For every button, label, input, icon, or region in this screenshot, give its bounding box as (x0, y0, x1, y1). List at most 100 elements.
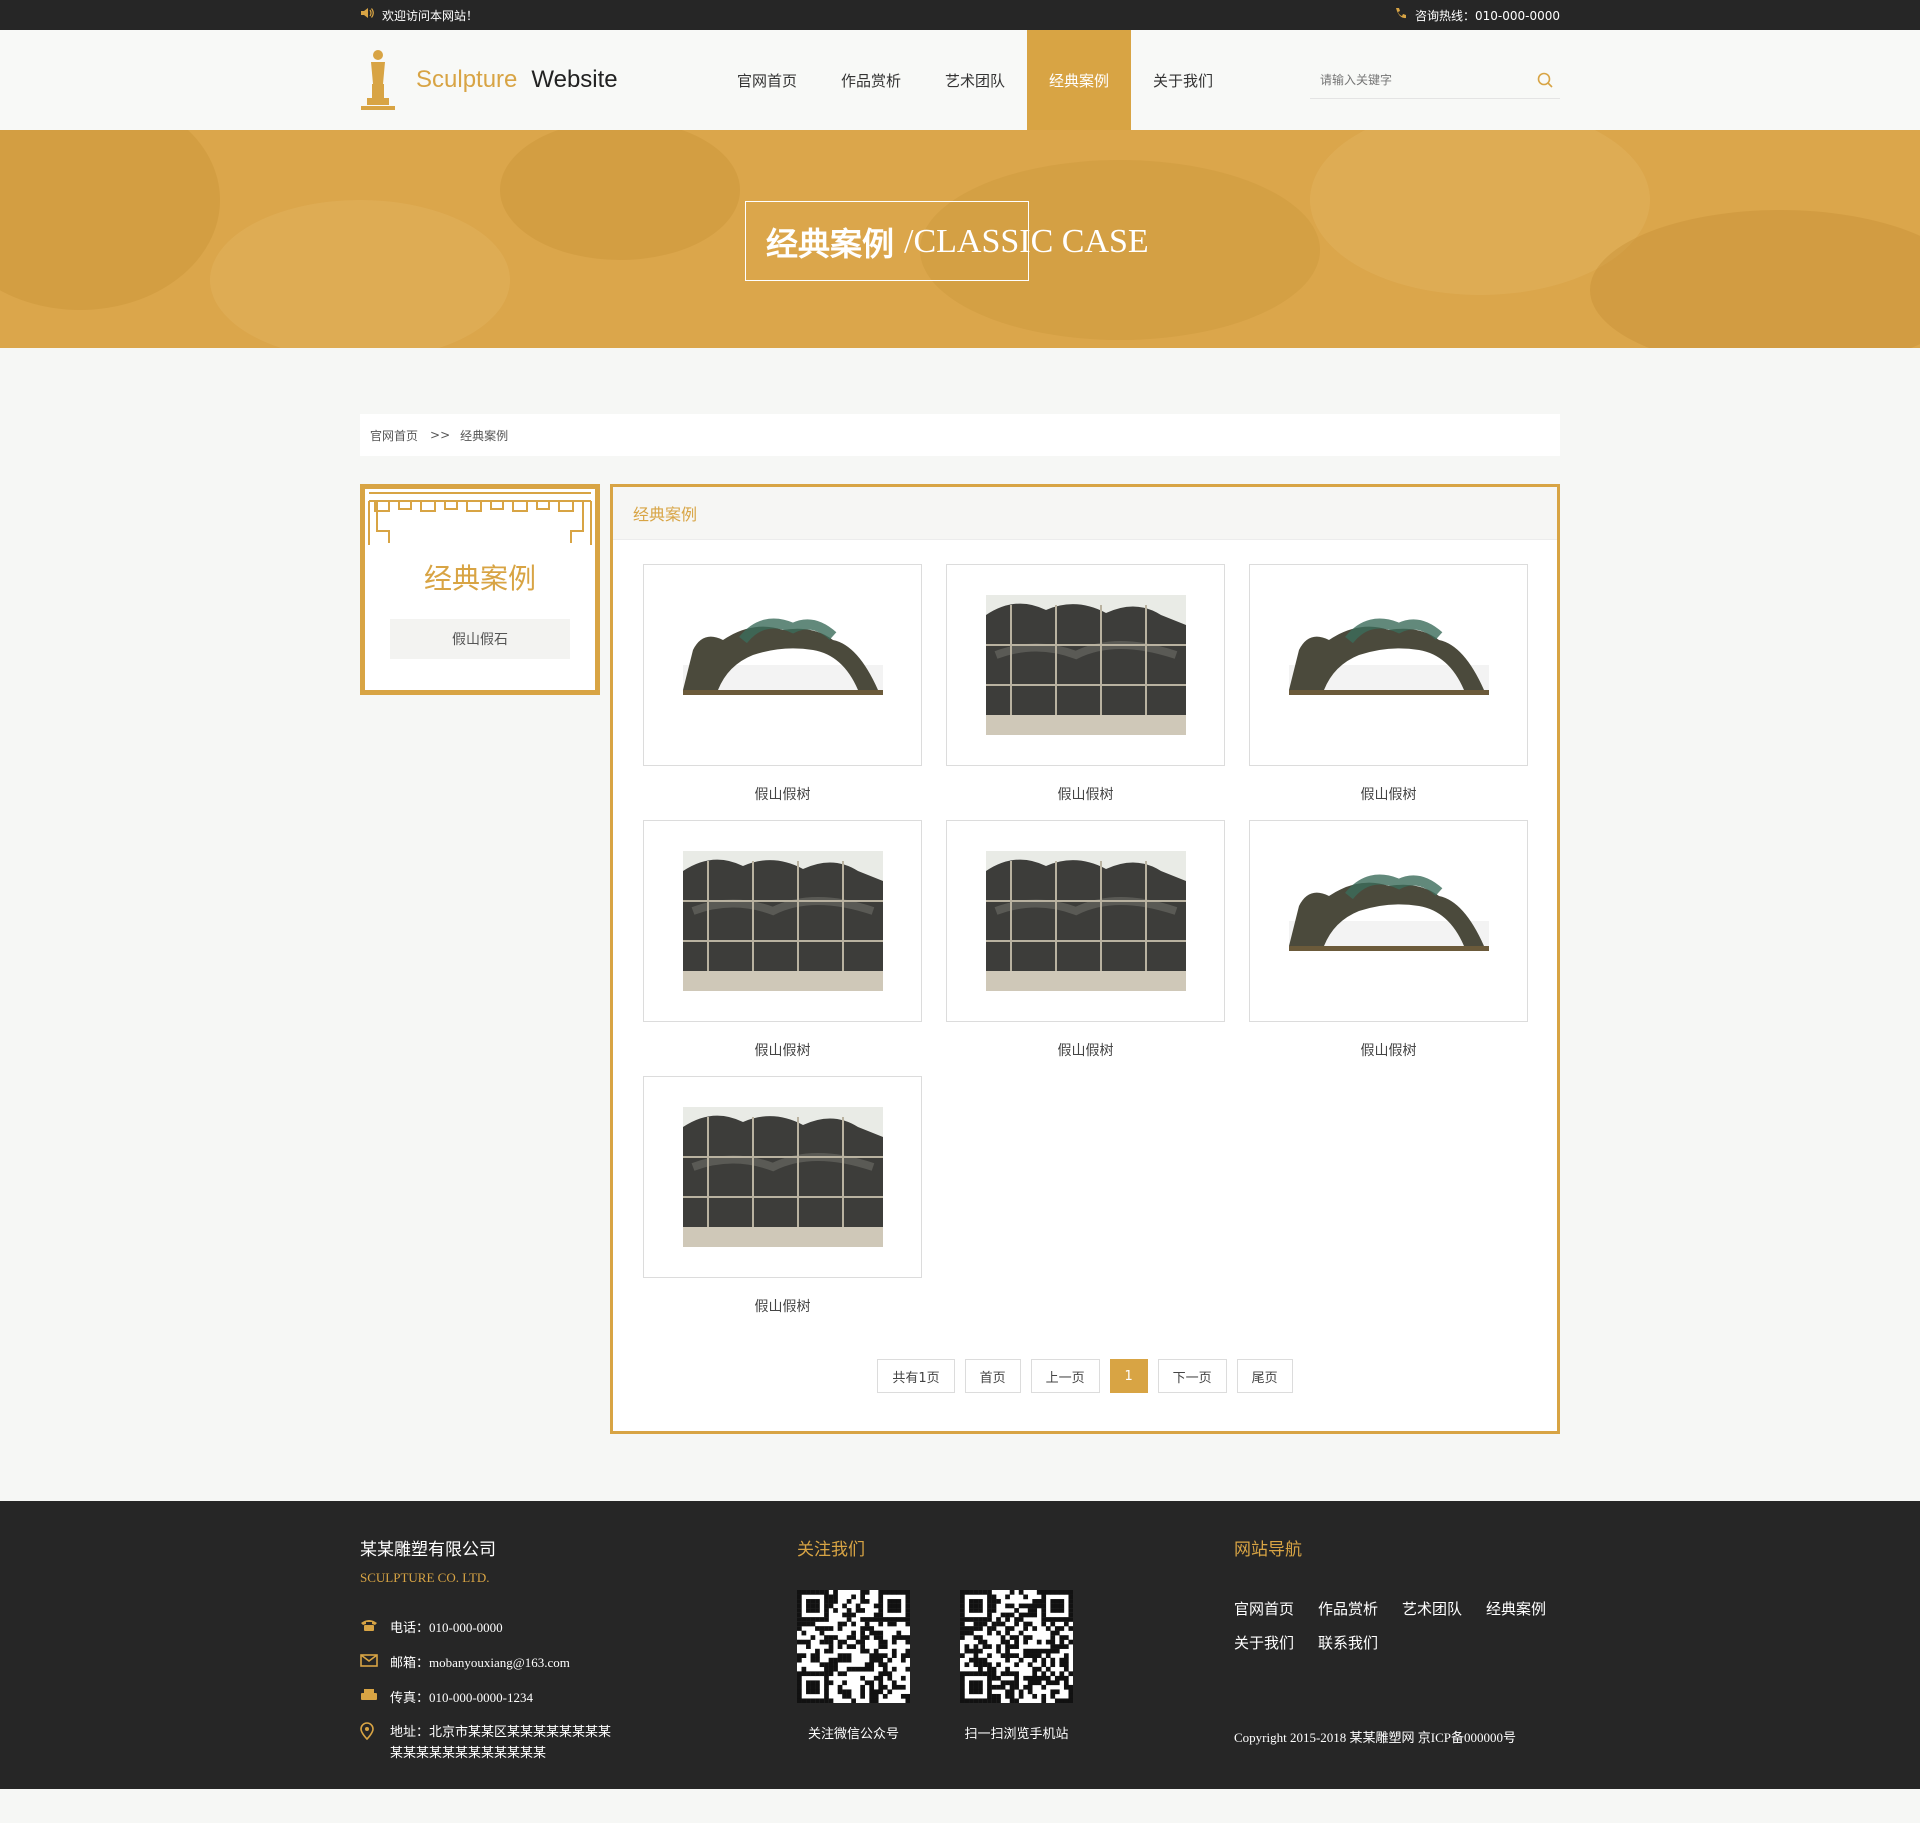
case-grid: 假山假树 假山假树 假山假树 假山假树 假山假树 假山假树 假山假树 (613, 540, 1557, 1332)
case-card-image[interactable] (946, 564, 1225, 766)
pagination-current[interactable]: 1 (1109, 1359, 1148, 1393)
lattice-ornament-icon (368, 492, 592, 545)
footer-site-nav: 网站导航 官网首页 作品赏析 艺术团队 经典案例 关于我们 联系我们 (1234, 1535, 1560, 1660)
banner-title-en: /CLASSIC CASE (904, 223, 1149, 260)
nav-item-cases[interactable]: 经典案例 (1027, 30, 1131, 130)
breadcrumb: 官网首页 >> 经典案例 (360, 414, 1560, 456)
footer-link-about[interactable]: 关于我们 (1234, 1626, 1294, 1660)
case-card[interactable]: 假山假树 (1249, 564, 1528, 820)
footer-link-home[interactable]: 官网首页 (1234, 1592, 1294, 1626)
sidebar-item-rockery[interactable]: 假山假石 (390, 619, 570, 659)
top-bar: 欢迎访问本网站！ 咨询热线：010-000-0000 (0, 0, 1920, 30)
qr-code-icon (960, 1590, 1074, 1704)
wechat-qr-caption: 关注微信公众号 (807, 1727, 899, 1742)
case-card-image[interactable] (1249, 564, 1528, 766)
case-card[interactable]: 假山假树 (946, 820, 1225, 1076)
case-card-caption[interactable]: 假山假树 (946, 1040, 1225, 1060)
case-card-caption[interactable]: 假山假树 (1249, 784, 1528, 804)
footer-address-label: 地址： (390, 1724, 430, 1740)
welcome-text: 欢迎访问本网站！ (382, 8, 479, 23)
case-card-caption[interactable]: 假山假树 (1249, 1040, 1528, 1060)
footer-company-en: SCULPTURE CO. LTD. (360, 1570, 490, 1585)
footer-nav-title: 网站导航 (1234, 1540, 1302, 1560)
footer-address: 地址：北京市某某区某某某某某某某某 某某某某某某某某某某某某 (360, 1722, 690, 1764)
panel-heading: 经典案例 (613, 487, 1557, 540)
footer-email-label: 邮箱： (390, 1654, 430, 1670)
pagination-last[interactable]: 尾页 (1236, 1359, 1293, 1393)
banner-title-cn: 经典案例 (766, 225, 895, 263)
nav-item-about[interactable]: 关于我们 (1131, 30, 1235, 130)
rockery-tree-image (682, 618, 883, 695)
footer-phone: 电话： 010-000-0000 (360, 1618, 690, 1639)
search-box (1310, 62, 1560, 99)
footer-follow: 关注我们 关注微信公众号 扫一扫浏览手机站 (797, 1535, 1074, 1742)
case-card-image[interactable] (643, 1076, 922, 1278)
rockery-wall-image (682, 1107, 883, 1247)
footer-fax-label: 传真： (390, 1689, 430, 1705)
footer-company-name: 某某雕塑有限公司 (360, 1540, 496, 1560)
case-card-image[interactable] (1249, 820, 1528, 1022)
pagination-first[interactable]: 首页 (964, 1359, 1021, 1393)
footer-link-works[interactable]: 作品赏析 (1318, 1592, 1378, 1626)
case-card-caption[interactable]: 假山假树 (643, 1040, 922, 1060)
footer-address-line2: 某某某某某某某某某某某某 (390, 1745, 547, 1761)
rockery-tree-image (1288, 618, 1489, 695)
sidebar: 经典案例 假山假石 (360, 484, 600, 695)
logo-word-sculpture: Sculpture (416, 66, 518, 93)
case-card-image[interactable] (643, 820, 922, 1022)
page-banner: 经典案例 /CLASSIC CASE (0, 130, 1920, 348)
footer-link-team[interactable]: 艺术团队 (1402, 1592, 1462, 1626)
footer-link-contact[interactable]: 联系我们 (1318, 1626, 1378, 1660)
search-icon[interactable] (1530, 72, 1560, 88)
mobile-qr: 扫一扫浏览手机站 (960, 1590, 1074, 1742)
case-list-panel: 经典案例 假山假树 假山假树 假山假树 假山假树 假山假树 假山假树 假山假树 共有1页 首… (610, 484, 1560, 1434)
telephone-icon (360, 1618, 390, 1639)
nav-item-works[interactable]: 作品赏析 (819, 30, 923, 130)
case-card-image[interactable] (643, 564, 922, 766)
breadcrumb-home[interactable]: 官网首页 (370, 427, 418, 444)
case-card[interactable]: 假山假树 (643, 1076, 922, 1332)
case-card-image[interactable] (946, 820, 1225, 1022)
footer-fax: 传真： 010-000-0000-1234 (360, 1688, 690, 1709)
pagination: 共有1页 首页 上一页 1 下一页 尾页 (613, 1359, 1557, 1393)
footer-phone-value: 010-000-0000 (429, 1620, 503, 1635)
phone-icon (1394, 7, 1407, 24)
breadcrumb-current[interactable]: 经典案例 (460, 427, 508, 444)
logo[interactable]: Sculpture Website (360, 49, 715, 111)
rockery-wall-image (682, 851, 883, 991)
nav-item-home[interactable]: 官网首页 (715, 30, 819, 130)
mobile-qr-caption: 扫一扫浏览手机站 (964, 1727, 1069, 1742)
footer-link-cases[interactable]: 经典案例 (1486, 1592, 1546, 1626)
logo-word-website: Website (531, 66, 618, 93)
location-pin-icon (360, 1722, 390, 1747)
case-card[interactable]: 假山假树 (643, 820, 922, 1076)
sidebar-title: 经典案例 (423, 562, 536, 595)
case-card-caption[interactable]: 假山假树 (643, 1296, 922, 1316)
speaker-icon (360, 7, 374, 23)
mail-icon (360, 1653, 390, 1674)
statue-logo-icon (360, 49, 396, 111)
wechat-qr: 关注微信公众号 (797, 1590, 911, 1742)
case-card-caption[interactable]: 假山假树 (946, 784, 1225, 804)
fax-icon (360, 1688, 390, 1709)
search-input[interactable] (1310, 71, 1530, 88)
pagination-next[interactable]: 下一页 (1157, 1359, 1227, 1393)
rockery-tree-image (1288, 874, 1489, 951)
footer-address-line1: 北京市某某区某某某某某某某某 (429, 1724, 612, 1740)
footer-phone-label: 电话： (390, 1620, 430, 1635)
case-card[interactable]: 假山假树 (643, 564, 922, 820)
case-card[interactable]: 假山假树 (1249, 820, 1528, 1076)
nav-item-team[interactable]: 艺术团队 (923, 30, 1027, 130)
case-card[interactable]: 假山假树 (946, 564, 1225, 820)
pagination-prev[interactable]: 上一页 (1030, 1359, 1100, 1393)
footer-follow-title: 关注我们 (797, 1540, 865, 1560)
footer-email-value[interactable]: mobanyouxiang@163.com (429, 1653, 570, 1674)
qr-code-icon (797, 1590, 911, 1704)
site-header: Sculpture Website 官网首页 作品赏析 艺术团队 经典案例 关于… (0, 30, 1920, 130)
case-card-caption[interactable]: 假山假树 (643, 784, 922, 804)
rockery-wall-image (985, 851, 1186, 991)
main-area: 官网首页 >> 经典案例 经典案例 假山假石 经典案例 假山假树 假山假树 假山假树… (0, 348, 1920, 1501)
hotline-text: 咨询热线：010-000-0000 (1414, 8, 1560, 23)
banner-title: 经典案例 /CLASSIC CASE (745, 201, 1149, 281)
copyright: Copyright 2015-2018 某某雕塑网 京ICP备000000号 (1234, 1730, 1517, 1745)
